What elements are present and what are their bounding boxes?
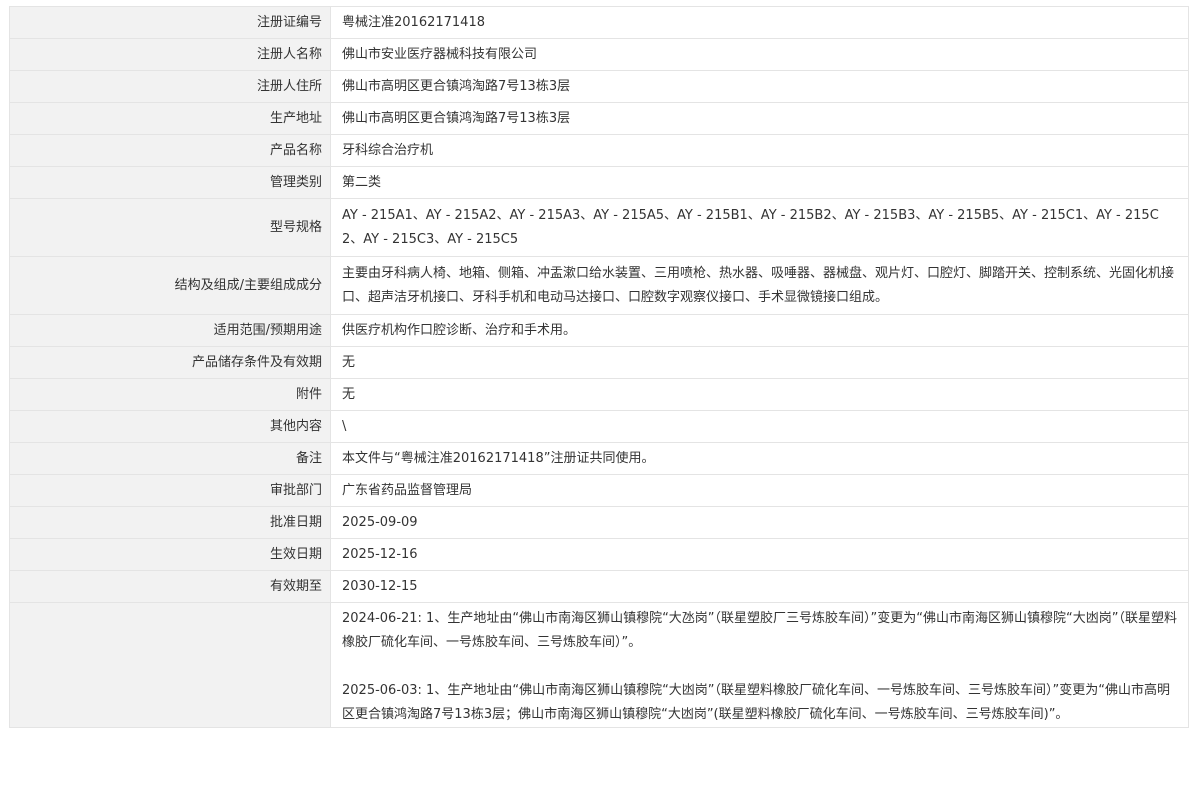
field-label: 其他内容 xyxy=(9,410,331,443)
change-entry-1: 2024-06-21: 1、生产地址由“佛山市南海区狮山镇穆院“大氹岗”（联星塑… xyxy=(342,611,1177,650)
field-label: 注册人住所 xyxy=(9,70,331,103)
table-row: 注册人住所 佛山市高明区更合镇鸿淘路7号13栋3层 xyxy=(9,70,1189,103)
table-row: 附件无 xyxy=(9,378,1189,411)
field-label: 附件 xyxy=(9,378,331,411)
field-label: 型号规格 xyxy=(9,198,331,257)
table-row: 注册人名称 佛山市安业医疗器械科技有限公司 xyxy=(9,38,1189,71)
field-label: 备注 xyxy=(9,442,331,475)
field-label: 结构及组成/主要组成成分 xyxy=(9,256,331,315)
field-value: 第二类 xyxy=(330,166,1189,199)
table-row: 生产地址 佛山市高明区更合镇鸿淘路7号13栋3层 xyxy=(9,102,1189,135)
table-row: 有效期至 2030-12-15 xyxy=(9,570,1189,603)
field-label: 注册人名称 xyxy=(9,38,331,71)
table-row: 批准日期 2025-09-09 xyxy=(9,506,1189,539)
table-row: 管理类别 第二类 xyxy=(9,166,1189,199)
field-value: 无 xyxy=(330,346,1189,379)
table-row: 结构及组成/主要组成成分 主要由牙科病人椅、地箱、侧箱、冲盂漱口给水装置、三用喷枪… xyxy=(9,256,1189,315)
field-value: 主要由牙科病人椅、地箱、侧箱、冲盂漱口给水装置、三用喷枪、热水器、吸唾器、器械盘… xyxy=(330,256,1189,315)
field-value: 2025-09-09 xyxy=(330,506,1189,539)
field-label: 生产地址 xyxy=(9,102,331,135)
table-row: 产品储存条件及有效期无 xyxy=(9,346,1189,379)
table-row: 型号规格 AY - 215A1、AY - 215A2、AY - 215A3、AY … xyxy=(9,198,1189,257)
field-label: 管理类别 xyxy=(9,166,331,199)
field-label: 批准日期 xyxy=(9,506,331,539)
field-value: 佛山市高明区更合镇鸿淘路7号13栋3层 xyxy=(330,102,1189,135)
field-value: 佛山市安业医疗器械科技有限公司 xyxy=(330,38,1189,71)
field-value: 佛山市高明区更合镇鸿淘路7号13栋3层 xyxy=(330,70,1189,103)
field-label: 产品名称 xyxy=(9,134,331,167)
registration-info-body: 注册证编号 粤械注准20162171418 注册人名称 佛山市安业医疗器械科技有限公司… xyxy=(9,6,1189,728)
change-entry-2: 2025-06-03: 1、生产地址由“佛山市南海区狮山镇穆院“大凼岗”（联星塑… xyxy=(342,683,1171,722)
field-label: 产品储存条件及有效期 xyxy=(9,346,331,379)
table-row: 适用范围/预期用途 供医疗机构作口腔诊断、治疗和手术用。 xyxy=(9,314,1189,347)
field-value: 牙科综合治疗机 xyxy=(330,134,1189,167)
table-row: 生效日期 2025-12-16 xyxy=(9,538,1189,571)
field-value: \ xyxy=(330,410,1189,443)
field-value: 供医疗机构作口腔诊断、治疗和手术用。 xyxy=(330,314,1189,347)
table-row: 审批部门 广东省药品监督管理局 xyxy=(9,474,1189,507)
field-label: 有效期至 xyxy=(9,570,331,603)
table-row: 其他内容 \ xyxy=(9,410,1189,443)
table-row: 注册证编号 粤械注准20162171418 xyxy=(9,6,1189,39)
field-label: 注册证编号 xyxy=(9,6,331,39)
table-row: 备注 本文件与“粤械注准20162171418”注册证共同使用。 xyxy=(9,442,1189,475)
change-gap xyxy=(342,655,1178,679)
field-value: AY - 215A1、AY - 215A2、AY - 215A3、AY - 21… xyxy=(330,198,1189,257)
field-value: 本文件与“粤械注准20162171418”注册证共同使用。 xyxy=(330,442,1189,475)
table-row: 产品名称 牙科综合治疗机 xyxy=(9,134,1189,167)
field-value: 2025-12-16 xyxy=(330,538,1189,571)
changes-value: 2024-06-21: 1、生产地址由“佛山市南海区狮山镇穆院“大氹岗”（联星塑… xyxy=(330,602,1189,728)
registration-info-table: 注册证编号 粤械注准20162171418 注册人名称 佛山市安业医疗器械科技有限公司… xyxy=(9,6,1189,728)
field-label: 适用范围/预期用途 xyxy=(9,314,331,347)
field-value: 2030-12-15 xyxy=(330,570,1189,603)
changes-label xyxy=(9,602,331,728)
field-value: 无 xyxy=(330,378,1189,411)
row-changes: 2024-06-21: 1、生产地址由“佛山市南海区狮山镇穆院“大氹岗”（联星塑… xyxy=(9,602,1189,728)
field-label: 审批部门 xyxy=(9,474,331,507)
field-value: 粤械注准20162171418 xyxy=(330,6,1189,39)
field-value: 广东省药品监督管理局 xyxy=(330,474,1189,507)
field-label: 生效日期 xyxy=(9,538,331,571)
